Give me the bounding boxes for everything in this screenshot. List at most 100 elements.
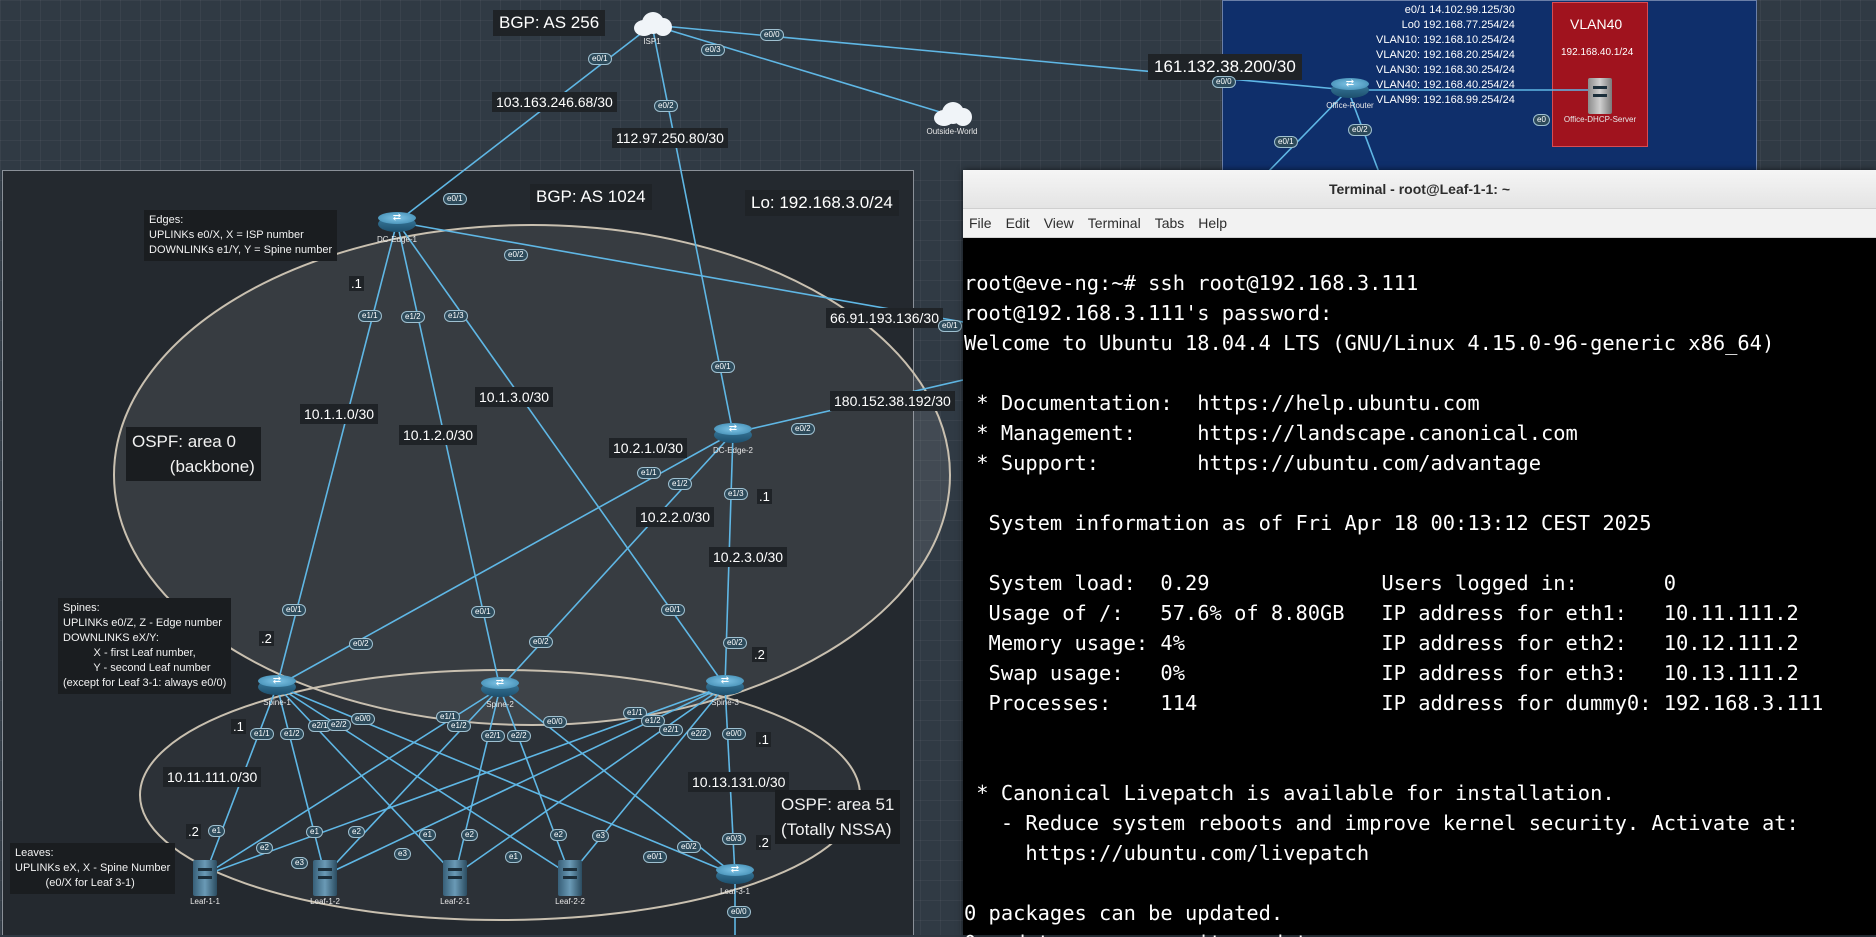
- leaf-2-2[interactable]: Leaf-2-2: [550, 860, 590, 906]
- port-label: e0/2: [349, 638, 373, 650]
- menu-help[interactable]: Help: [1198, 213, 1227, 233]
- net-10-11-111-label: 10.11.111.0/30: [163, 767, 262, 787]
- port-label: e1/3: [724, 488, 748, 500]
- port-label: e0/1: [282, 604, 306, 616]
- port-label: e0/1: [588, 53, 612, 65]
- terminal-line: 0 updates are security updates.: [964, 928, 1876, 937]
- port-label: e0/0: [543, 716, 567, 728]
- port-label: e1/1: [358, 310, 382, 322]
- port-label: e0/0: [351, 713, 375, 725]
- router-icon: ⇄: [378, 212, 416, 234]
- leaf-1-1[interactable]: Leaf-1-1: [185, 860, 225, 906]
- port-label: e0/2: [654, 100, 678, 112]
- port-label: e2: [550, 829, 567, 841]
- server-icon: [313, 860, 337, 896]
- leaf-3-1[interactable]: ⇄ Leaf-3-1: [710, 864, 760, 896]
- leaves-note: Leaves: UPLINKs eX, X - Spine Number (e0…: [10, 843, 176, 894]
- port-label: e0/2: [1348, 124, 1372, 136]
- net-10-1-3-label: 10.1.3.0/30: [475, 387, 554, 407]
- menu-tabs[interactable]: Tabs: [1155, 213, 1185, 233]
- ospf-area51-label: OSPF: area 51 (Totally NSSA): [775, 790, 901, 844]
- port-label: e1/2: [401, 311, 425, 323]
- terminal-line: Memory usage: 4% IP address for eth2: 10…: [964, 631, 1799, 655]
- port-label: e0/1: [938, 320, 962, 332]
- spines-note: Spines: UPLINKs e0/Z, Z - Edge number DO…: [58, 598, 232, 694]
- port-label: e0/0: [727, 906, 751, 918]
- addr-suffix: .1: [756, 732, 771, 747]
- terminal-output[interactable]: root@eve-ng:~# ssh root@192.168.3.111 roo…: [963, 238, 1876, 937]
- cloud-icon: [630, 10, 674, 36]
- menu-view[interactable]: View: [1044, 213, 1074, 233]
- terminal-window[interactable]: Terminal - root@Leaf-1-1: ~ File Edit Vi…: [963, 170, 1876, 937]
- port-label: e0/0: [760, 29, 784, 41]
- cloud-icon: [930, 100, 974, 126]
- device-label: Outside-World: [926, 127, 978, 136]
- net-10-2-2-label: 10.2.2.0/30: [636, 507, 715, 527]
- menu-file[interactable]: File: [969, 213, 992, 233]
- bgp-as256-label: BGP: AS 256: [493, 10, 606, 36]
- router-icon: ⇄: [706, 675, 744, 697]
- port-label: e3: [394, 848, 411, 860]
- addr-suffix: .1: [231, 719, 246, 734]
- port-label: e1: [419, 829, 436, 841]
- terminal-line: System load: 0.29 Users logged in: 0: [964, 571, 1677, 595]
- spine-1[interactable]: ⇄ Spine-1: [252, 675, 302, 707]
- leaf-2-1[interactable]: Leaf-2-1: [435, 860, 475, 906]
- port-label: e1: [208, 825, 225, 837]
- device-label: Leaf-2-2: [555, 897, 585, 906]
- dc-edge-1[interactable]: ⇄ DC-Edge-1: [372, 212, 422, 244]
- office-router-info: e0/1 14.102.99.125/30 Lo0 192.168.77.254…: [1376, 4, 1515, 106]
- office-router[interactable]: ⇄ Office-Router: [1320, 78, 1380, 110]
- port-label: e0/1: [1274, 136, 1298, 148]
- port-label: e2/2: [327, 719, 351, 731]
- port-label: e0/2: [677, 841, 701, 853]
- router-icon: ⇄: [258, 675, 296, 697]
- terminal-line: * Canonical Livepatch is available for i…: [964, 781, 1615, 805]
- addr-suffix: .1: [349, 276, 364, 291]
- port-label: e1/1: [250, 728, 274, 740]
- port-label: e2: [461, 829, 478, 841]
- terminal-line: System information as of Fri Apr 18 00:1…: [964, 511, 1652, 535]
- router-icon: ⇄: [481, 677, 519, 699]
- net-10-13-131-label: 10.13.131.0/30: [688, 772, 790, 792]
- terminal-line: root@192.168.3.111's password:: [964, 301, 1333, 325]
- port-label: e0/2: [504, 249, 528, 261]
- terminal-line: https://ubuntu.com/livepatch: [964, 841, 1370, 865]
- spine-2[interactable]: ⇄ Spine-2: [475, 677, 525, 709]
- net-edge1-out-label: 66.91.193.136/30: [826, 308, 943, 328]
- port-label: e1/2: [668, 478, 692, 490]
- port-label: e1: [505, 851, 522, 863]
- port-label: e0/1: [471, 606, 495, 618]
- port-label: e1/3: [444, 310, 468, 322]
- terminal-line: Swap usage: 0% IP address for eth3: 10.1…: [964, 661, 1799, 685]
- menu-edit[interactable]: Edit: [1006, 213, 1030, 233]
- device-label: Office-Router: [1326, 101, 1374, 110]
- net-edge2-out-label: 180.152.38.192/30: [830, 391, 955, 411]
- terminal-title[interactable]: Terminal - root@Leaf-1-1: ~: [963, 170, 1876, 209]
- device-label: DC-Edge-2: [712, 446, 753, 455]
- terminal-line: 0 packages can be updated.: [964, 901, 1284, 925]
- isp1-cloud[interactable]: ISP1: [628, 10, 676, 46]
- port-label: e0/0: [722, 728, 746, 740]
- device-label: ISP1: [643, 37, 661, 46]
- port-label: e0/3: [701, 44, 725, 56]
- port-label: e3: [592, 830, 609, 842]
- office-dhcp-server[interactable]: Office-DHCP-Server: [1555, 78, 1645, 124]
- terminal-line: * Documentation: https://help.ubuntu.com: [964, 391, 1480, 415]
- menu-terminal[interactable]: Terminal: [1088, 213, 1141, 233]
- port-label: e0/3: [722, 833, 746, 845]
- device-label: Spine-2: [486, 700, 514, 709]
- port-label: e0/1: [443, 193, 467, 205]
- addr-suffix: .2: [756, 835, 771, 850]
- addr-suffix: .2: [259, 631, 274, 646]
- dc-edge-2[interactable]: ⇄ DC-Edge-2: [708, 423, 758, 455]
- spine-3[interactable]: ⇄ Spine-3: [700, 675, 750, 707]
- vlan40-title: VLAN40: [1570, 16, 1623, 32]
- port-label: e0/2: [529, 636, 553, 648]
- port-label: e1/2: [447, 720, 471, 732]
- addr-suffix: .2: [752, 647, 767, 662]
- outside-world-cloud[interactable]: Outside-World: [922, 100, 982, 136]
- leaf-1-2[interactable]: Leaf-1-2: [305, 860, 345, 906]
